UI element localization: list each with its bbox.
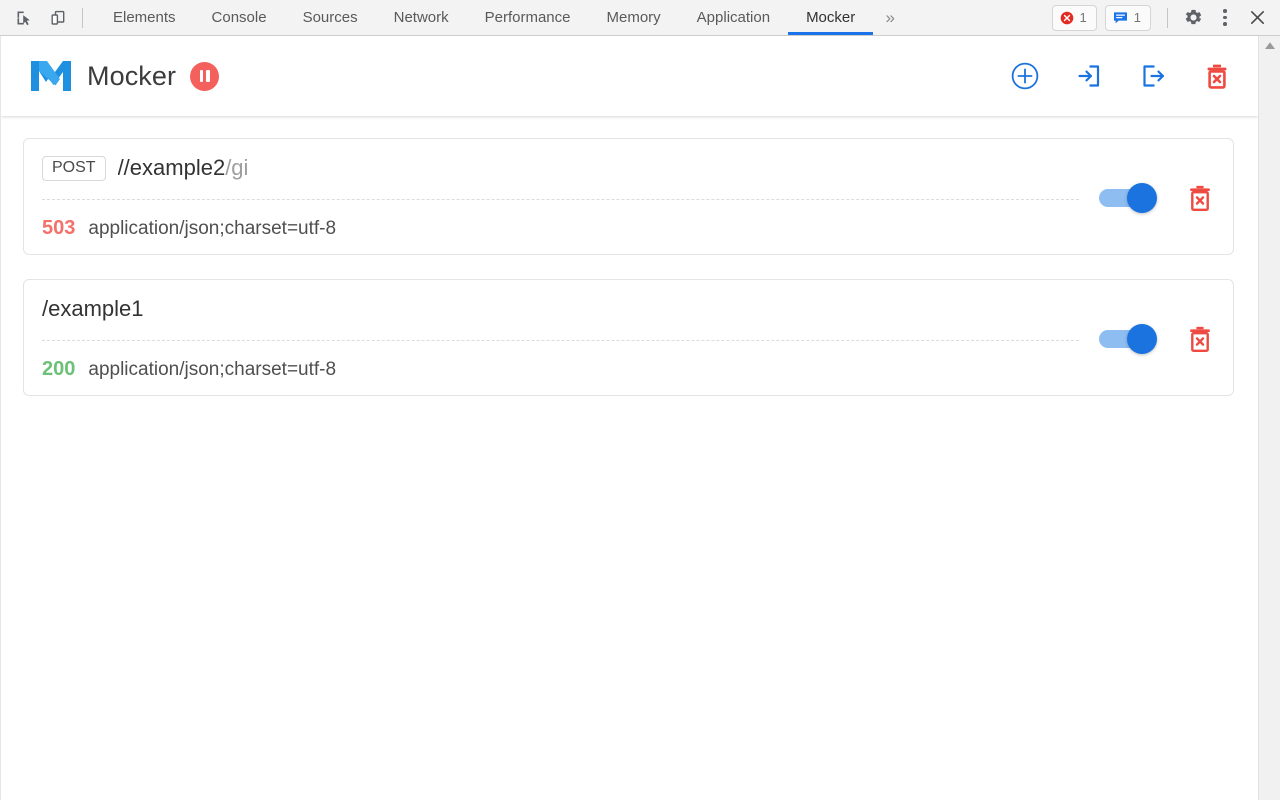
mock-card-main: POST //example2/gi 503 application/json;… [42,155,1099,240]
devtools-toolbar-left [0,0,95,35]
mocker-logo-icon [31,61,71,91]
device-toolbar-icon[interactable] [44,4,72,32]
mock-card-response: 503 application/json;charset=utf-8 [42,200,1079,240]
mock-url: /example1 [42,296,144,322]
mock-list: POST //example2/gi 503 application/json;… [1,116,1258,396]
mock-card-header: /example1 [42,296,1079,341]
message-count-value: 1 [1133,10,1141,25]
mock-url-suffix: /gi [225,155,249,180]
delete-all-mocks-button[interactable] [1200,59,1234,93]
mocker-header: Mocker [1,36,1258,116]
import-mocks-button[interactable] [1072,59,1106,93]
devtools-tabs: Elements Console Sources Network Perform… [95,0,907,35]
mock-card-header: POST //example2/gi [42,155,1079,200]
delete-mock-button[interactable] [1185,181,1215,215]
tab-network[interactable]: Network [376,0,467,35]
devtools-toolbar-right: 1 1 [1051,0,1280,35]
content-type: application/json;charset=utf-8 [88,218,337,239]
status-code: 200 [42,358,76,380]
mock-url-main: //example2 [117,155,226,180]
trash-icon [1190,185,1210,211]
error-count-badge[interactable]: 1 [1051,4,1097,31]
mock-card-controls [1099,181,1215,215]
tab-performance[interactable]: Performance [467,0,589,35]
tab-elements[interactable]: Elements [95,0,194,35]
mocker-panel: Mocker POST //example2/gi 503 applicatio… [0,36,1258,800]
more-options-icon[interactable] [1210,3,1240,33]
more-tabs-icon[interactable]: » [873,0,907,35]
tab-application[interactable]: Application [679,0,788,35]
close-icon[interactable] [1242,3,1272,33]
mock-card[interactable]: POST //example2/gi 503 application/json;… [23,138,1234,255]
status-code: 503 [42,217,76,239]
devtools-toolbar: Elements Console Sources Network Perform… [0,0,1280,36]
delete-mock-button[interactable] [1185,322,1215,356]
error-count-value: 1 [1079,10,1087,25]
toolbar-divider-right [1167,7,1168,28]
mock-url-main: /example1 [42,296,144,321]
content-type: application/json;charset=utf-8 [88,359,337,380]
method-badge: POST [42,155,106,181]
scroll-up-arrow-icon[interactable] [1259,41,1280,50]
pause-button[interactable] [190,61,220,91]
mocker-header-actions [1008,59,1234,93]
export-mocks-button[interactable] [1136,59,1170,93]
tab-console[interactable]: Console [194,0,285,35]
mock-card-main: /example1 200 application/json;charset=u… [42,296,1099,381]
toggle-thumb [1127,182,1157,213]
toggle-thumb [1127,323,1157,354]
tab-mocker[interactable]: Mocker [788,0,874,35]
mock-card[interactable]: /example1 200 application/json;charset=u… [23,279,1234,396]
toolbar-divider [82,7,83,28]
tab-memory[interactable]: Memory [589,0,679,35]
trash-icon [1190,326,1210,352]
mock-url: //example2/gi [118,155,249,181]
mocker-brand: Mocker [29,57,220,95]
mock-card-response: 200 application/json;charset=utf-8 [42,341,1079,381]
gear-icon[interactable] [1178,3,1208,33]
kebab-dots [1223,9,1227,26]
add-mock-button[interactable] [1008,59,1042,93]
mocker-title: Mocker [87,60,177,91]
tab-sources[interactable]: Sources [285,0,376,35]
inspect-element-icon[interactable] [10,4,38,32]
mock-enable-toggle[interactable] [1099,182,1157,213]
message-icon [1113,11,1127,23]
message-count-badge[interactable]: 1 [1104,4,1151,31]
mock-enable-toggle[interactable] [1099,323,1157,354]
panel-scrollbar[interactable] [1258,36,1280,800]
mock-card-controls [1099,322,1215,356]
error-icon [1060,11,1073,24]
